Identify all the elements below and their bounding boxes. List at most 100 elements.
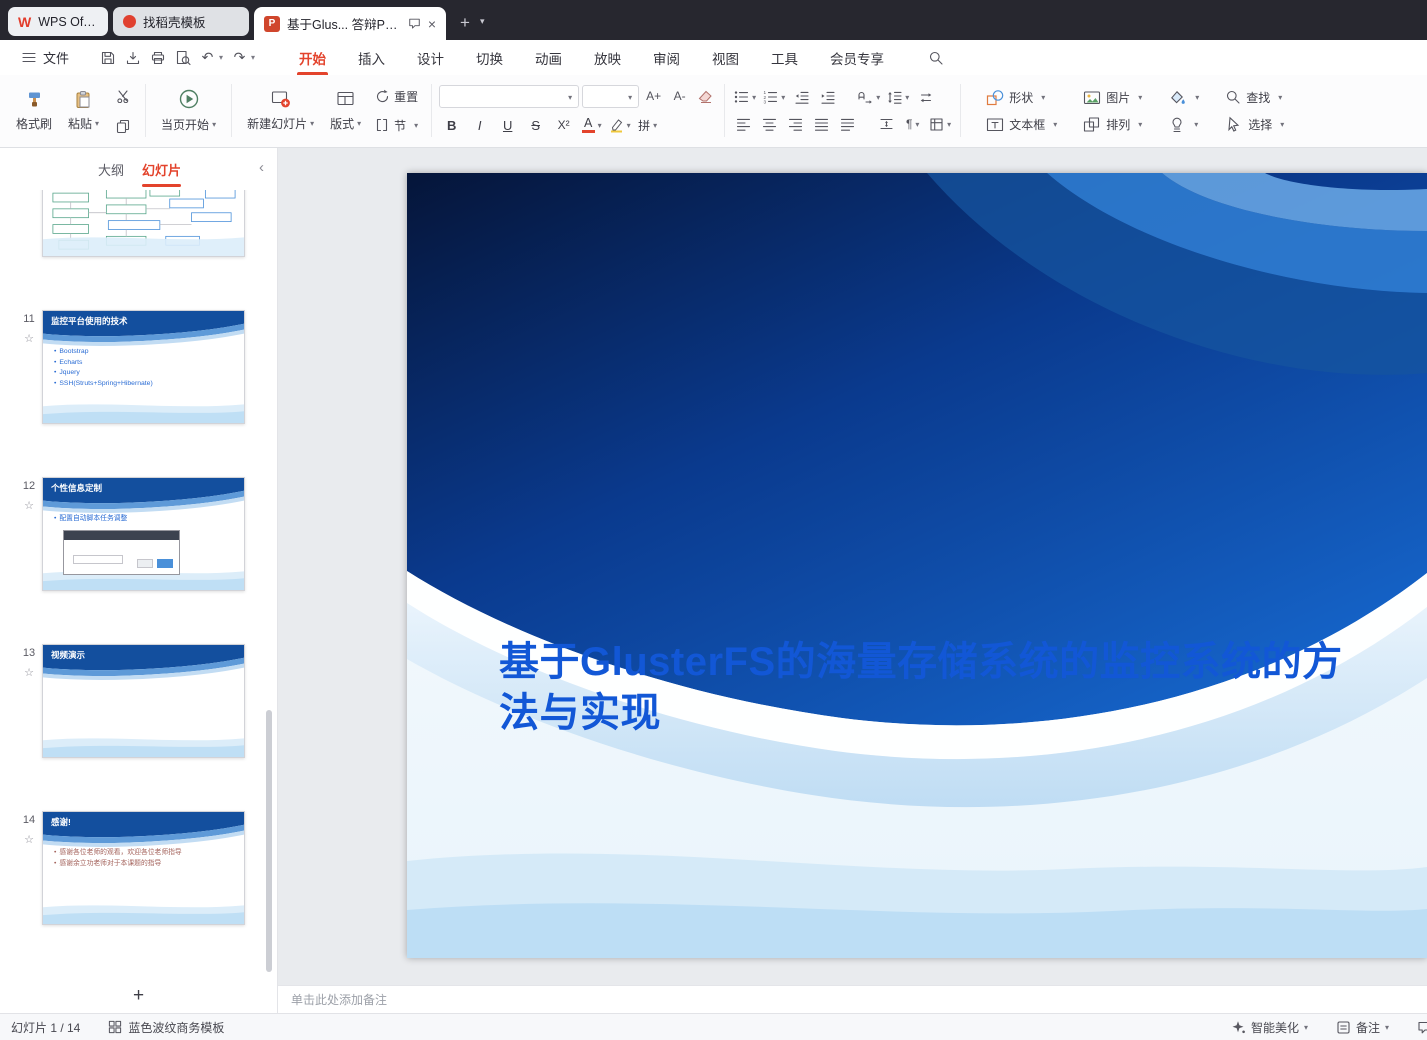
- tab-home[interactable]: 开始: [283, 40, 342, 75]
- font-family-select[interactable]: [439, 84, 580, 108]
- add-slide-button[interactable]: [124, 985, 154, 1007]
- font-size-select[interactable]: [582, 84, 640, 108]
- collapse-panel-button[interactable]: [259, 159, 264, 176]
- picture-button[interactable]: 图片: [1077, 86, 1148, 109]
- align-center-button[interactable]: [758, 114, 781, 135]
- export-button[interactable]: [120, 46, 145, 70]
- phonetic-guide-button[interactable]: 拼: [635, 114, 660, 137]
- strikethrough-button[interactable]: S: [523, 114, 548, 137]
- outline-tab[interactable]: 大纲: [98, 148, 124, 190]
- paste-button[interactable]: 粘贴: [60, 79, 107, 142]
- design-effects-button[interactable]: [1162, 113, 1205, 136]
- notes-input-area[interactable]: 单击此处添加备注: [278, 985, 1427, 1013]
- line-spacing-icon: [888, 91, 902, 104]
- slide-14-thumbnail[interactable]: 感谢! 感谢各位老师的观看，欢迎各位老师指导 感谢余立功老师对于本课题的指导: [42, 811, 245, 925]
- tab-insert[interactable]: 插入: [342, 40, 401, 75]
- panel-scrollbar[interactable]: [266, 710, 272, 972]
- undo-button[interactable]: ↶: [195, 46, 220, 70]
- redo-button[interactable]: ↷: [227, 46, 252, 70]
- select-button[interactable]: 选择: [1219, 113, 1290, 136]
- slide-10-thumbnail[interactable]: [42, 190, 245, 257]
- animation-star-icon[interactable]: [24, 332, 34, 345]
- paragraph-layout-button[interactable]: [927, 114, 953, 135]
- vertical-spacing-button[interactable]: [875, 114, 898, 135]
- cut-button[interactable]: [111, 85, 134, 106]
- clear-format-button[interactable]: [694, 86, 717, 107]
- tab-review[interactable]: 审阅: [637, 40, 696, 75]
- comment-button[interactable]: [1411, 1018, 1427, 1037]
- smart-beautify-button[interactable]: 智能美化: [1225, 1017, 1314, 1038]
- numbered-list-button[interactable]: 123: [761, 87, 787, 108]
- section-label: 节: [394, 118, 407, 133]
- slide-12-thumbnail[interactable]: 个性信息定制 配置自动脚本任务调整: [42, 477, 245, 591]
- redo-menu-caret-icon[interactable]: [251, 53, 255, 62]
- slide-number: 13: [22, 647, 36, 659]
- print-preview-button[interactable]: [170, 46, 195, 70]
- convert-text-button[interactable]: [914, 87, 937, 108]
- font-color-button[interactable]: A: [579, 114, 604, 137]
- bold-button[interactable]: B: [439, 114, 464, 137]
- find-button[interactable]: 查找: [1219, 86, 1290, 109]
- align-left-button[interactable]: [732, 114, 755, 135]
- paragraph-spacing-button[interactable]: [901, 114, 924, 135]
- template-button[interactable]: 蓝色波纹商务模板: [108, 1019, 224, 1036]
- slide-13-thumbnail[interactable]: 视频演示: [42, 644, 245, 758]
- close-tab-button[interactable]: [428, 17, 436, 31]
- slide-editor-canvas[interactable]: 基于GlusterFS的海量存储系统的监控系统的方法与实现: [278, 148, 1427, 985]
- layout-button[interactable]: 版式: [322, 79, 369, 142]
- tab-view[interactable]: 视图: [696, 40, 755, 75]
- save-button[interactable]: [95, 46, 120, 70]
- tab-design[interactable]: 设计: [401, 40, 460, 75]
- current-slide[interactable]: 基于GlusterFS的海量存储系统的监控系统的方法与实现: [407, 173, 1427, 958]
- slide-title-textbox[interactable]: 基于GlusterFS的海量存储系统的监控系统的方法与实现: [499, 637, 1347, 739]
- tab-docer-templates[interactable]: 找稻壳模板: [113, 7, 249, 36]
- italic-button[interactable]: I: [467, 114, 492, 137]
- search-button[interactable]: [922, 46, 950, 70]
- print-button[interactable]: [145, 46, 170, 70]
- new-slide-button[interactable]: 新建幻灯片: [239, 79, 322, 142]
- play-from-current-button[interactable]: 当页开始: [153, 79, 224, 142]
- align-right-button[interactable]: [784, 114, 807, 135]
- format-painter-button[interactable]: 格式刷: [8, 79, 60, 142]
- tab-current-document[interactable]: 基于Glus... 答辩PPT: [254, 7, 446, 40]
- tab-tools[interactable]: 工具: [755, 40, 814, 75]
- increase-font-button[interactable]: A+: [642, 86, 665, 107]
- tab-slideshow[interactable]: 放映: [578, 40, 637, 75]
- justify-button[interactable]: [810, 114, 833, 135]
- tab-wps-home[interactable]: WPS Office: [8, 7, 108, 36]
- slide-11-thumbnail[interactable]: 监控平台使用的技术 Bootstrap Echarts Jquery SSH(S…: [42, 310, 245, 424]
- line-spacing-button[interactable]: [885, 87, 911, 108]
- new-tab-button[interactable]: [460, 14, 470, 31]
- tab-membership[interactable]: 会员专享: [814, 40, 900, 75]
- tab-transition[interactable]: 切换: [460, 40, 519, 75]
- decrease-font-button[interactable]: A-: [668, 86, 691, 107]
- tab-list-caret-icon[interactable]: [480, 16, 485, 27]
- notes-toggle-button[interactable]: 备注: [1330, 1017, 1395, 1038]
- undo-menu-caret-icon[interactable]: [219, 53, 223, 62]
- svg-text:3: 3: [764, 99, 767, 104]
- reset-slide-button[interactable]: 重置: [369, 85, 424, 108]
- text-direction-button[interactable]: [855, 87, 882, 108]
- bullet-list-button[interactable]: [732, 87, 758, 108]
- copy-button[interactable]: [111, 115, 134, 136]
- fill-color-button[interactable]: [1162, 86, 1205, 109]
- comment-bubble-icon[interactable]: [408, 17, 421, 30]
- tab-animation[interactable]: 动画: [519, 40, 578, 75]
- animation-star-icon[interactable]: [24, 666, 34, 679]
- distribute-button[interactable]: [836, 114, 859, 135]
- section-button[interactable]: 节: [369, 114, 424, 137]
- format-painter-icon: [28, 92, 40, 106]
- reset-section-group: 重置 节: [369, 79, 424, 142]
- underline-button[interactable]: U: [495, 114, 520, 137]
- textbox-button[interactable]: 文本框: [980, 113, 1063, 136]
- decrease-indent-button[interactable]: [790, 87, 813, 108]
- animation-star-icon[interactable]: [24, 833, 34, 846]
- increase-indent-button[interactable]: [816, 87, 839, 108]
- shapes-button[interactable]: 形状: [980, 86, 1063, 109]
- highlight-button[interactable]: [607, 114, 632, 137]
- slides-tab[interactable]: 幻灯片: [142, 148, 182, 190]
- file-menu-button[interactable]: 文件: [16, 44, 75, 71]
- superscript-button[interactable]: X²: [551, 114, 576, 137]
- arrange-button[interactable]: 排列: [1077, 113, 1148, 136]
- animation-star-icon[interactable]: [24, 499, 34, 512]
